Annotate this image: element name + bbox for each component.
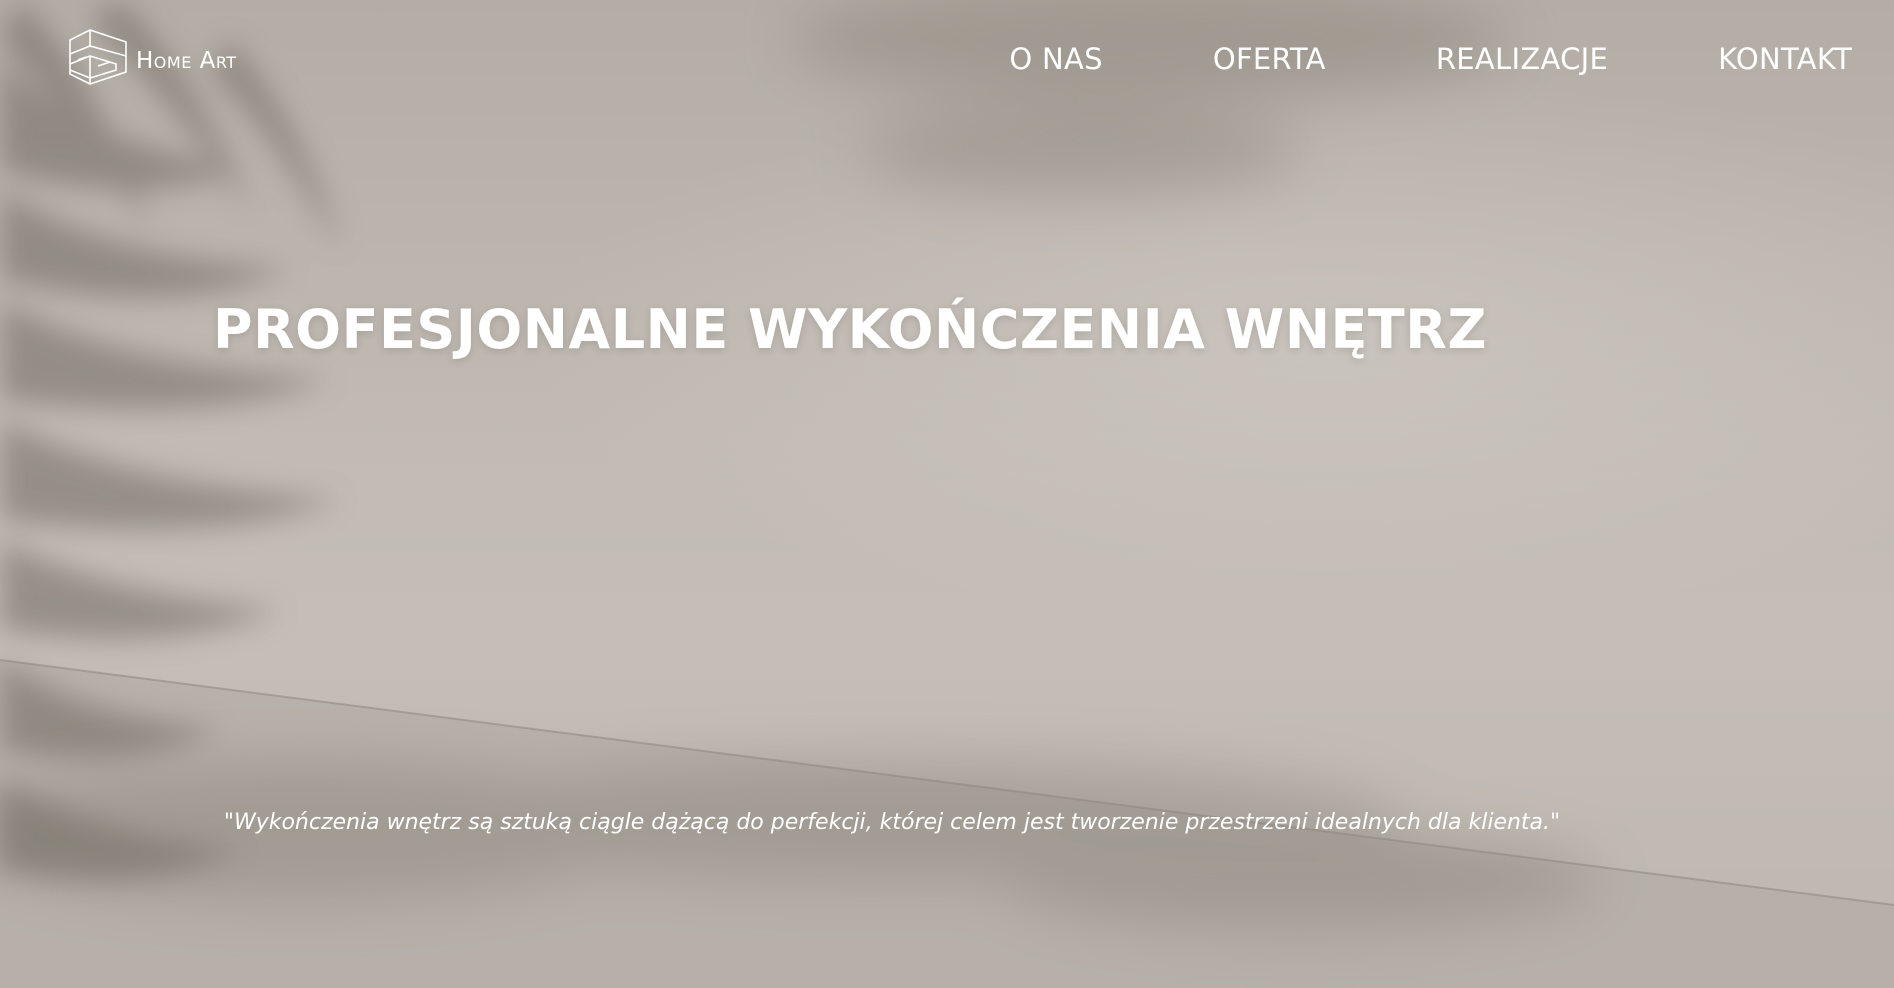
nav-item-realizacje[interactable]: REALIZACJE bbox=[1436, 42, 1608, 76]
nav-item-kontakt[interactable]: KONTAKT bbox=[1718, 42, 1852, 76]
hero-section: Home Art O NAS OFERTA REALIZACJE KONTAKT… bbox=[0, 0, 1894, 988]
brand-name: Home Art bbox=[136, 48, 237, 74]
home-art-logo-icon bbox=[69, 29, 127, 85]
hero-quote: "Wykończenia wnętrz są sztuką ciągle dąż… bbox=[223, 810, 1561, 835]
top-navbar: Home Art O NAS OFERTA REALIZACJE KONTAKT bbox=[0, 0, 1894, 118]
brand-logo[interactable]: Home Art bbox=[60, 26, 237, 92]
nav-item-oferta[interactable]: OFERTA bbox=[1213, 42, 1326, 76]
hero-floor bbox=[0, 660, 1894, 988]
hero-headline: PROFESJONALNE WYKOŃCZENIA WNĘTRZ bbox=[213, 298, 1487, 361]
main-nav-menu: O NAS OFERTA REALIZACJE KONTAKT bbox=[1009, 42, 1852, 76]
nav-item-o-nas[interactable]: O NAS bbox=[1009, 42, 1102, 76]
